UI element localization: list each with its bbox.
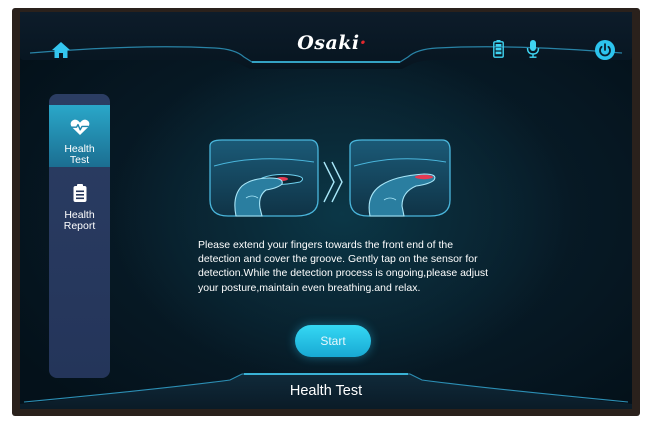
home-icon[interactable] <box>52 42 70 58</box>
clipboard-icon <box>73 184 86 202</box>
finger-in-groove-icon <box>209 139 319 217</box>
bottom-bar: Health Test <box>20 368 632 409</box>
brand-dot: · <box>359 32 367 54</box>
battery-icon[interactable] <box>493 40 504 58</box>
start-button[interactable]: Start <box>295 325 371 357</box>
page-title: Health Test <box>289 383 363 399</box>
screen: Osaki· Health Test Health Report Please … <box>20 12 632 409</box>
brand-logo: Osaki· <box>272 32 392 54</box>
sidebar-item-label: Report <box>63 220 96 232</box>
sidebar-item-health-test[interactable]: Health Test <box>49 105 110 167</box>
instruction-text: Please extend your fingers towards the f… <box>198 239 489 294</box>
brand-name: Osaki <box>297 32 360 54</box>
instruction-illustration <box>209 139 451 217</box>
finger-on-sensor-icon <box>349 139 451 217</box>
sidebar: Health Test Health Report <box>49 94 110 378</box>
double-chevron-right-icon <box>323 161 343 203</box>
heart-pulse-icon <box>70 119 89 135</box>
sidebar-item-health-report[interactable]: Health Report <box>49 184 110 234</box>
power-icon[interactable] <box>595 40 615 60</box>
top-bar: Osaki· <box>20 12 632 82</box>
microphone-icon[interactable] <box>526 40 540 58</box>
sidebar-item-label: Test <box>69 154 90 166</box>
